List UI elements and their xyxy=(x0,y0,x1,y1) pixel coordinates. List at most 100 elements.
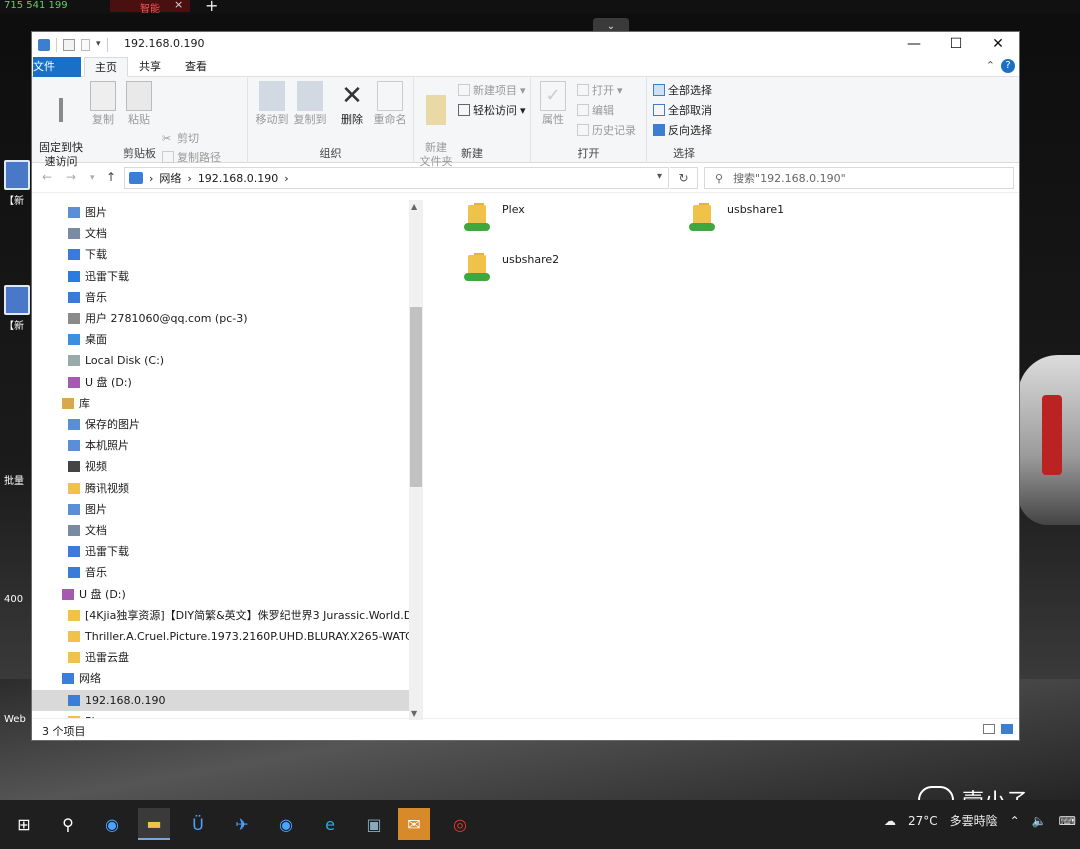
desktop-icon-label: 【新 xyxy=(4,196,24,207)
file-name: Plex xyxy=(502,203,525,216)
browser-icon[interactable]: ◉ xyxy=(96,808,128,840)
nav-item[interactable]: Local Disk (C:) xyxy=(32,350,422,371)
nav-item[interactable]: 网络 xyxy=(32,668,422,689)
file-explorer-taskbar-icon[interactable]: ▬ xyxy=(138,808,170,840)
app-u-icon[interactable]: Ü xyxy=(182,808,214,840)
volume-icon[interactable]: 🔈 xyxy=(1032,814,1047,828)
new-tab-icon[interactable]: + xyxy=(205,0,218,15)
nav-item[interactable]: 文档 xyxy=(32,223,422,244)
forward-arrow-icon[interactable]: → xyxy=(66,170,76,184)
search-taskbar-icon[interactable]: ⚲ xyxy=(52,808,84,840)
tray-chevron-icon[interactable]: ⌃ xyxy=(1010,814,1020,828)
open-button[interactable]: 打开 ▾ xyxy=(577,81,623,99)
library-icon xyxy=(62,397,74,409)
nav-item[interactable]: U 盘 (D:) xyxy=(32,584,422,605)
tab-home[interactable]: 主页 xyxy=(84,57,128,77)
nav-item[interactable]: 库 xyxy=(32,393,422,414)
tab-view[interactable]: 查看 xyxy=(174,57,218,77)
app-red-icon[interactable]: ◎ xyxy=(444,808,476,840)
explorer-app-icon xyxy=(38,39,50,51)
tab-share[interactable]: 共享 xyxy=(130,57,170,77)
select-none-button[interactable]: 全部取消 xyxy=(653,101,712,119)
nav-item[interactable]: 桌面 xyxy=(32,329,422,350)
desktop-icon-doc1[interactable]: 【新 xyxy=(4,160,32,207)
nav-item[interactable]: 音乐 xyxy=(32,562,422,583)
nav-item-label: 文档 xyxy=(85,227,107,241)
address-bar[interactable]: › 网络 › 192.168.0.190 › ▾ xyxy=(124,167,669,189)
browser2-icon[interactable]: ◉ xyxy=(270,808,302,840)
recent-locations-icon[interactable]: ▾ xyxy=(90,173,95,183)
back-arrow-icon[interactable]: ← xyxy=(42,170,52,184)
nav-item[interactable]: U 盘 (D:) xyxy=(32,372,422,393)
file-item-usbshare2[interactable]: usbshare2 xyxy=(462,251,559,285)
tab-file[interactable]: 文件 xyxy=(33,57,81,77)
nav-item[interactable]: 用户 2781060@qq.com (pc-3) xyxy=(32,308,422,329)
network-tool-icon[interactable]: ▣ xyxy=(358,808,390,840)
delete-button[interactable]: ✕ 删除 xyxy=(338,81,366,127)
desktop-icon-doc2[interactable]: 【新 xyxy=(4,285,32,332)
paste-button[interactable]: 粘贴 xyxy=(124,81,154,127)
collapse-ribbon-icon[interactable]: ⌃ xyxy=(986,59,995,72)
select-all-button[interactable]: 全部选择 xyxy=(653,81,712,99)
edit-label: 编辑 xyxy=(592,104,614,117)
new-folder-quick-icon[interactable] xyxy=(81,39,90,51)
address-dropdown-icon[interactable]: ▾ xyxy=(657,171,662,182)
nav-item-label: 迅雷下载 xyxy=(85,269,129,283)
invert-selection-button[interactable]: 反向选择 xyxy=(653,121,712,139)
help-icon[interactable]: ? xyxy=(1001,59,1015,73)
nav-item[interactable]: 视频 xyxy=(32,456,422,477)
properties-quick-icon[interactable] xyxy=(63,39,75,51)
nav-item[interactable]: 下载 xyxy=(32,244,422,265)
copy-to-button[interactable]: 复制到 xyxy=(292,81,328,127)
copy-button[interactable]: 复制 xyxy=(88,81,118,127)
up-arrow-icon[interactable]: ↑ xyxy=(106,170,116,184)
minimize-button[interactable]: — xyxy=(893,32,935,57)
desktop-icon-web[interactable]: Web xyxy=(4,700,32,725)
delete-label: 删除 xyxy=(341,113,363,126)
refresh-button[interactable]: ↻ xyxy=(670,167,698,189)
nav-item[interactable]: Thriller.A.Cruel.Picture.1973.2160P.UHD.… xyxy=(32,626,422,647)
desktop-icon-400[interactable]: 400 xyxy=(4,580,32,605)
nav-scrollbar[interactable]: ▲ ▼ xyxy=(409,200,423,720)
xunlei-icon xyxy=(68,270,80,282)
nav-item[interactable]: 192.168.0.190 xyxy=(32,689,422,711)
xunlei-taskbar-icon[interactable]: ✈ xyxy=(226,808,258,840)
nav-item[interactable]: 保存的图片 xyxy=(32,414,422,435)
nav-item[interactable]: 图片 xyxy=(32,499,422,520)
keyboard-icon[interactable]: ⌨ xyxy=(1059,814,1076,828)
wechat-icon[interactable]: ✉ xyxy=(398,808,430,840)
breadcrumb-host[interactable]: 192.168.0.190 xyxy=(198,172,278,185)
title-bar[interactable]: ▾ 192.168.0.190 — ☐ ✕ xyxy=(32,32,1019,57)
edge-icon[interactable]: e xyxy=(314,808,346,840)
nav-item[interactable]: 本机照片 xyxy=(32,435,422,456)
maximize-button[interactable]: ☐ xyxy=(935,32,977,57)
file-item-usbshare1[interactable]: usbshare1 xyxy=(687,201,784,235)
start-icon[interactable]: ⊞ xyxy=(8,808,40,840)
large-icons-view-icon[interactable] xyxy=(1001,724,1013,734)
close-button[interactable]: ✕ xyxy=(977,32,1019,57)
scrollbar-thumb[interactable] xyxy=(410,307,422,487)
desktop-icon-batch[interactable]: 批量 xyxy=(4,462,32,487)
nav-item[interactable]: 腾讯视频 xyxy=(32,478,422,499)
nav-item[interactable]: 图片 xyxy=(32,202,422,223)
history-button[interactable]: 历史记录 xyxy=(577,121,636,139)
nav-item[interactable]: 文档 xyxy=(32,520,422,541)
breadcrumb-network[interactable]: 网络 xyxy=(159,170,181,186)
search-box[interactable]: ⚲ 搜索"192.168.0.190" xyxy=(704,167,1014,189)
easy-access-button[interactable]: 轻松访问 ▾ xyxy=(458,101,526,119)
nav-item[interactable]: 迅雷下载 xyxy=(32,266,422,287)
details-view-icon[interactable] xyxy=(983,724,995,734)
nav-item[interactable]: 音乐 xyxy=(32,287,422,308)
file-item-plex[interactable]: Plex xyxy=(462,201,525,235)
nav-item[interactable]: [4Kjia独享资源]【DIY简繁&英文】侏罗纪世界3 Jurassic.Wor… xyxy=(32,605,422,626)
nav-item-label: U 盘 (D:) xyxy=(85,375,132,389)
customize-toolbar-icon[interactable]: ▾ xyxy=(96,39,101,51)
nav-item[interactable]: 迅雷下载 xyxy=(32,541,422,562)
move-to-button[interactable]: 移动到 xyxy=(254,81,290,127)
edit-button[interactable]: 编辑 xyxy=(577,101,614,119)
nav-item[interactable]: 迅雷云盘 xyxy=(32,647,422,668)
tab-close-icon[interactable]: × xyxy=(174,0,183,11)
rename-button[interactable]: 重命名 xyxy=(370,81,410,127)
new-item-button[interactable]: 新建项目 ▾ xyxy=(458,81,526,99)
properties-button[interactable]: ✓ 属性 xyxy=(537,81,569,127)
